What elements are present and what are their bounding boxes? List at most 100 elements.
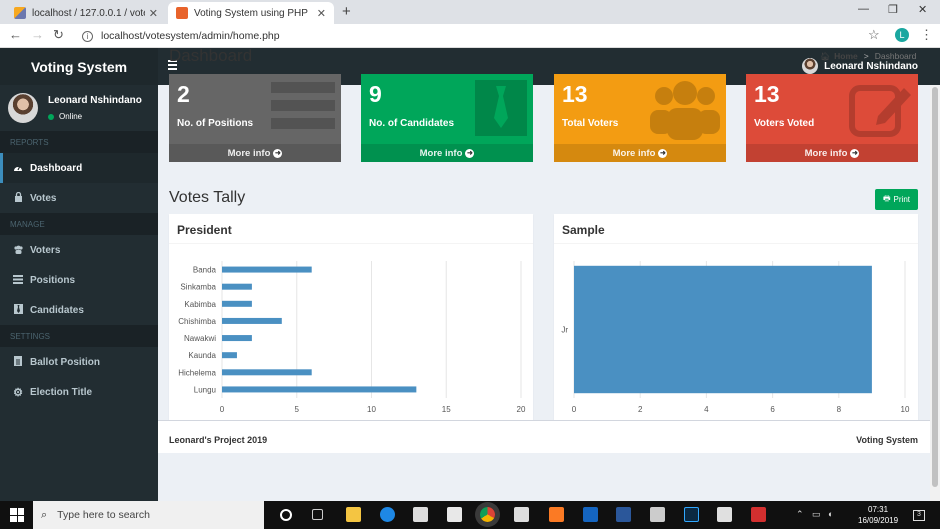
app-icon[interactable]	[583, 507, 598, 522]
clock[interactable]: 07:31 16/09/2019	[858, 504, 898, 526]
network-icon[interactable]: ▭	[812, 509, 821, 520]
bar	[222, 283, 252, 290]
x-tick-label: 2	[638, 405, 643, 414]
sidebar-item-dashboard[interactable]: Dashboard	[0, 153, 158, 183]
print-button[interactable]: 🖶︎ Print	[875, 189, 918, 210]
film-icon[interactable]	[650, 507, 665, 522]
votes-tally-heading: Votes Tally	[169, 189, 246, 206]
site-favicon-icon	[176, 7, 188, 19]
user-panel: Leonard Nshindano Online	[0, 85, 158, 131]
bookmark-star-icon[interactable]: ☆	[868, 27, 880, 43]
notifications-icon[interactable]: 3	[913, 510, 925, 521]
bar	[222, 386, 417, 393]
more-info-link[interactable]: More info ➜	[554, 144, 726, 162]
bar	[222, 352, 237, 359]
mail-icon[interactable]	[447, 507, 462, 522]
sidebar-item-candidates[interactable]: Candidates	[0, 295, 158, 325]
profile-avatar[interactable]: L	[895, 28, 909, 42]
photos-icon[interactable]	[717, 507, 732, 522]
user-status: Online	[48, 112, 142, 121]
arrow-circle-right-icon: ➜	[658, 148, 668, 158]
chart-title: President	[169, 217, 533, 244]
more-info-link[interactable]: More info ➜	[361, 144, 533, 162]
x-tick-label: 6	[770, 405, 775, 414]
browser-tab-voting[interactable]: Voting System using PHP ✕	[168, 2, 334, 24]
stat-label: No. of Candidates	[369, 118, 455, 129]
brand-logo[interactable]: Voting System	[0, 48, 158, 85]
black-tie-icon	[475, 80, 527, 136]
more-info-link[interactable]: More info ➜	[746, 144, 918, 162]
avatar	[8, 93, 38, 123]
tray-chevron-icon[interactable]: ⌃	[796, 509, 804, 520]
taskbar-search[interactable]: ⌕ Type here to search	[33, 501, 264, 529]
new-tab-icon[interactable]: +	[342, 3, 351, 20]
file-explorer-icon[interactable]	[346, 507, 361, 522]
close-window-icon[interactable]: ✕	[918, 3, 927, 16]
sidebar: Voting System Leonard Nshindano Online R…	[0, 48, 158, 501]
acrobat-icon[interactable]	[751, 507, 766, 522]
arrow-circle-right-icon: ➜	[465, 148, 475, 158]
breadcrumb-separator: >	[863, 51, 869, 61]
category-label: Kabimba	[184, 300, 216, 309]
close-tab-icon[interactable]: ✕	[149, 7, 158, 20]
minimize-icon[interactable]: —	[858, 3, 869, 15]
more-info-link[interactable]: More info ➜	[169, 144, 341, 162]
chrome-icon[interactable]	[480, 507, 495, 522]
xampp-icon[interactable]	[549, 507, 564, 522]
chart-title: Sample	[554, 217, 918, 244]
photoshop-icon[interactable]	[684, 507, 699, 522]
media-icon[interactable]	[514, 507, 529, 522]
word-icon[interactable]	[616, 507, 631, 522]
sidebar-item-votes[interactable]: Votes	[0, 183, 158, 213]
arrow-circle-right-icon: ➜	[273, 148, 283, 158]
x-tick-label: 4	[704, 405, 709, 414]
sidebar-user-name: Leonard Nshindano	[48, 95, 142, 106]
edge-icon[interactable]	[380, 507, 395, 522]
edit-icon	[849, 85, 911, 137]
category-label: Banda	[193, 266, 217, 275]
sample-bar-chart: 0 2 4 6 8 10 Jr	[561, 261, 910, 414]
sidebar-item-label: Election Title	[30, 386, 93, 398]
windows-start-icon[interactable]	[10, 508, 24, 522]
store-icon[interactable]	[413, 507, 428, 522]
category-label: Jr	[561, 326, 568, 335]
task-view-icon[interactable]	[312, 509, 323, 520]
category-label: Nawakwi	[184, 334, 216, 343]
tasks-icon	[12, 274, 24, 286]
breadcrumb-home[interactable]: Home	[834, 51, 858, 61]
page-title: Dashboard	[169, 46, 253, 65]
sidebar-item-election-title[interactable]: ⚙ Election Title	[0, 377, 158, 407]
chart-box-sample: Sample 0 2 4 6 8 10 Jr	[554, 214, 918, 445]
reload-icon[interactable]: ↻	[53, 27, 64, 43]
bar	[222, 317, 282, 324]
maximize-icon[interactable]: ❐	[888, 3, 898, 16]
sidebar-item-ballot-position[interactable]: Ballot Position	[0, 347, 158, 377]
x-tick-label: 15	[442, 405, 451, 414]
info-icon[interactable]: i	[82, 30, 93, 42]
section-header-manage: MANAGE	[0, 213, 158, 235]
address-bar[interactable]: i localhost/votesystem/admin/home.php	[74, 26, 888, 46]
breadcrumb-current: Dashboard	[874, 51, 917, 61]
close-tab-icon[interactable]: ✕	[317, 7, 326, 20]
page-scrollbar[interactable]	[930, 85, 940, 501]
more-info-text: More info	[227, 147, 271, 159]
back-icon[interactable]: ←	[9, 27, 22, 42]
forward-icon[interactable]: →	[31, 27, 44, 42]
bar	[222, 335, 252, 342]
x-tick-label: 8	[837, 405, 842, 414]
cortana-icon[interactable]	[280, 509, 292, 521]
browser-tab-strip: localhost / 127.0.0.1 / votesyster ✕ Vot…	[0, 0, 940, 24]
category-label: Sinkamba	[180, 283, 216, 292]
sidebar-item-voters[interactable]: Voters	[0, 235, 158, 265]
sidebar-item-label: Dashboard	[30, 162, 83, 174]
browser-tab-phpmyadmin[interactable]: localhost / 127.0.0.1 / votesyster ✕	[6, 2, 166, 24]
sidebar-item-positions[interactable]: Positions	[0, 265, 158, 295]
clock-time: 07:31	[868, 505, 889, 514]
url-text: localhost/votesystem/admin/home.php	[101, 30, 280, 42]
tab-title: localhost / 127.0.0.1 / votesyster	[32, 7, 145, 19]
volume-icon[interactable]: ◐	[828, 509, 833, 519]
browser-menu-icon[interactable]: ⋮	[920, 27, 933, 43]
footer: Leonard's Project 2019 Voting System	[158, 420, 930, 453]
stat-value: 2	[177, 81, 190, 107]
scrollbar-thumb[interactable]	[932, 87, 938, 487]
